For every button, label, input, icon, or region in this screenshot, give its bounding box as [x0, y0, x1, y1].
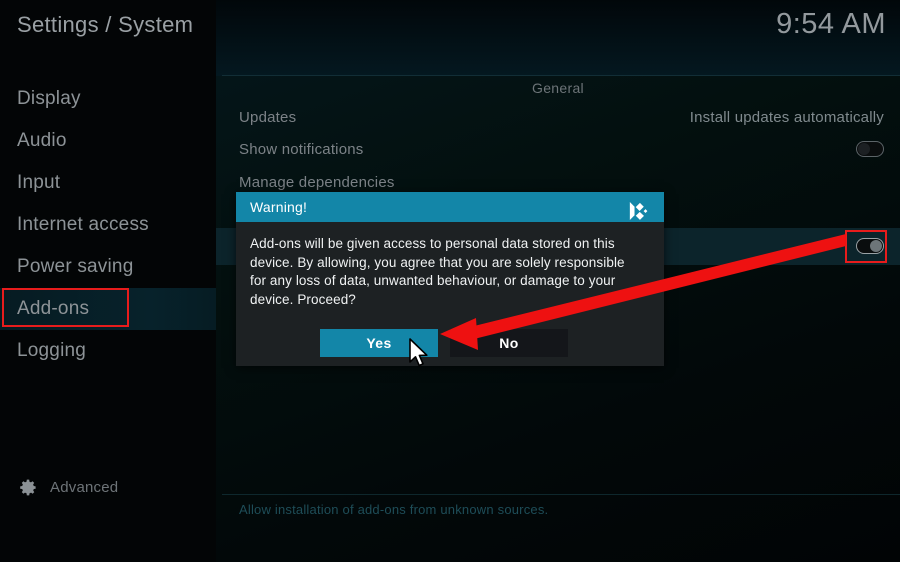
advanced-button[interactable]: Advanced [19, 478, 118, 497]
content-top-divider [222, 75, 900, 76]
toggle-knob [858, 143, 870, 155]
setting-value: Install updates automatically [689, 108, 884, 126]
setting-row-updates[interactable]: Updates Install updates automatically [222, 101, 898, 133]
toggle-knob [870, 240, 882, 252]
content-bottom-divider [222, 494, 900, 495]
sidebar-item-label: Input [17, 172, 61, 193]
show-notifications-toggle[interactable] [856, 141, 884, 157]
page-title: Settings / System [17, 12, 194, 37]
sidebar-item-input[interactable]: Input [0, 162, 216, 204]
dialog-no-button[interactable]: No [450, 329, 568, 357]
clock: 9:54 AM [776, 8, 886, 40]
dialog-yes-button[interactable]: Yes [320, 329, 438, 357]
setting-label: Updates [239, 108, 297, 126]
setting-row-show-notifications[interactable]: Show notifications [222, 133, 898, 165]
sidebar-item-internet-access[interactable]: Internet access [0, 204, 216, 246]
setting-label: Manage dependencies [239, 173, 395, 191]
kodi-logo-icon [629, 196, 656, 220]
sidebar-item-label: Add-ons [17, 298, 90, 319]
sidebar-item-audio[interactable]: Audio [0, 120, 216, 162]
dialog-button-row: Yes No [236, 329, 664, 357]
sidebar-item-label: Power saving [17, 256, 134, 277]
sidebar-item-add-ons[interactable]: Add-ons [0, 288, 216, 330]
sidebar-item-power-saving[interactable]: Power saving [0, 246, 216, 288]
sidebar-item-display[interactable]: Display [0, 78, 216, 120]
sidebar-item-logging[interactable]: Logging [0, 330, 216, 372]
warning-dialog: Warning! Add-ons will be given access to… [236, 192, 664, 366]
sidebar-item-label: Internet access [17, 214, 149, 235]
setting-label: Show notifications [239, 140, 364, 158]
gear-icon [19, 478, 38, 497]
settings-group-header: General [532, 80, 584, 96]
sidebar-item-label: Audio [17, 130, 67, 151]
dialog-title: Warning! [250, 199, 308, 215]
dialog-message: Add-ons will be given access to personal… [250, 236, 625, 307]
unknown-sources-toggle[interactable] [856, 238, 884, 254]
kodi-settings-screen: Settings / System 9:54 AM Display Audio … [0, 0, 900, 562]
advanced-label: Advanced [50, 479, 119, 496]
sidebar-list: Display Audio Input Internet access Powe… [0, 78, 216, 372]
setting-description: Allow installation of add-ons from unkno… [239, 502, 549, 517]
sidebar-item-label: Logging [17, 340, 87, 361]
sidebar-item-label: Display [17, 88, 81, 109]
dialog-titlebar: Warning! [236, 192, 664, 222]
